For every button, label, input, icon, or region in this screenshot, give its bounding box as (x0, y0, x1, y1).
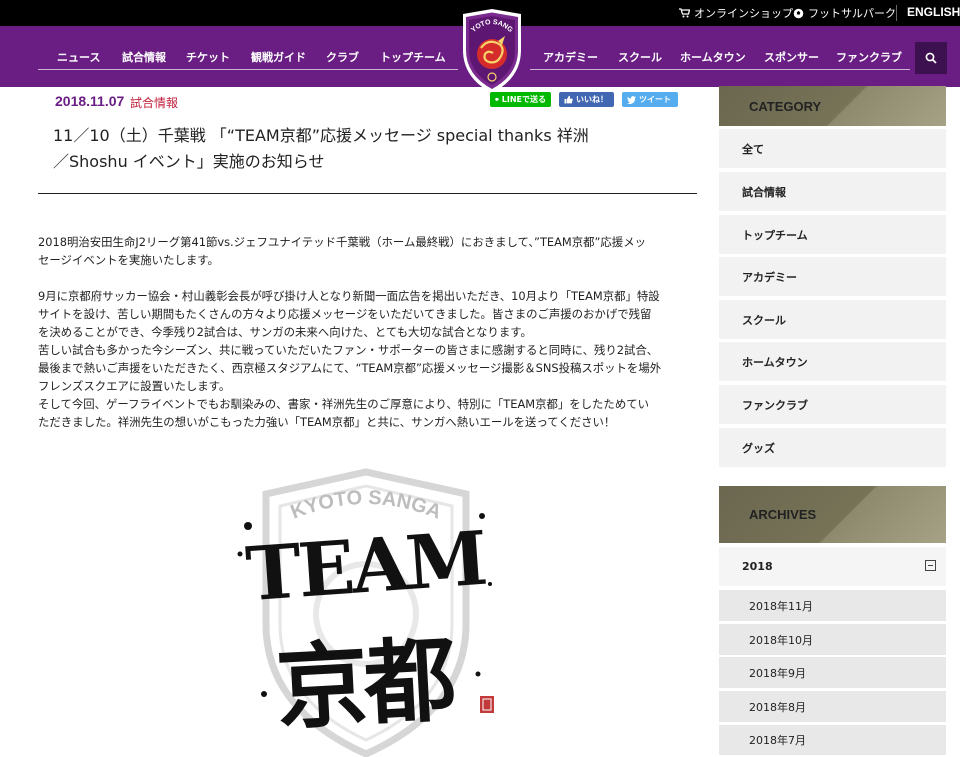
twitter-bird-icon (627, 95, 636, 104)
nav-item-school[interactable]: スクール (618, 49, 662, 65)
nav-item-club[interactable]: クラブ (326, 49, 359, 65)
cart-icon (679, 8, 690, 18)
archive-month-item[interactable]: 2018年9月 (719, 657, 946, 688)
body-spacer (38, 269, 698, 287)
art-emblem-text: KYOTO SANGA (288, 487, 445, 524)
category-item-fanclub[interactable]: ファンクラブ (719, 385, 946, 424)
soccer-ball-icon (793, 8, 804, 18)
nav-underline-left (38, 69, 458, 70)
body-line: ただきました。祥洲先生の想いがこもった力強い「TEAM京都」と共に、サンガへ熱い… (38, 415, 616, 429)
facebook-like-label: いいね！ (576, 95, 608, 104)
online-shop-link[interactable]: オンラインショップ (679, 5, 793, 21)
category-item-academy[interactable]: アカデミー (719, 257, 946, 296)
thumbs-up-icon (564, 95, 573, 104)
article-title-line-2: ／Shoshu イベント」実施のお知らせ (53, 152, 325, 171)
svg-text:KYOTO SANGA: KYOTO SANGA (288, 487, 445, 524)
body-line: 苦しい試合も多かった今シーズン、共に戦っていただいたファン・サポーターの皆さまに… (38, 343, 659, 357)
team-kyoto-calligraphy-image: KYOTO SANGA TEAM 京都 (237, 468, 494, 757)
utility-divider (896, 5, 897, 21)
nav-item-hometown[interactable]: ホームタウン (680, 49, 746, 65)
collapse-minus-icon[interactable] (925, 560, 936, 571)
archive-month-item[interactable]: 2018年8月 (719, 691, 946, 722)
body-line: そして今回、ゲーフライベントでもお馴染みの、書家・祥洲先生のご厚意により、特別に… (38, 397, 649, 411)
futsal-park-link[interactable]: フットサルパーク (793, 5, 896, 21)
online-shop-label: オンラインショップ (694, 7, 793, 20)
archive-month-item[interactable]: 2018年7月 (719, 725, 946, 755)
nav-item-guide[interactable]: 観戦ガイド (251, 49, 306, 65)
futsal-park-label: フットサルパーク (808, 7, 896, 20)
archive-year-2018[interactable]: 2018 (719, 547, 946, 586)
category-item-top-team[interactable]: トップチーム (719, 215, 946, 254)
category-item-all[interactable]: 全て (719, 129, 946, 168)
body-line: を決めることができ、今季残り2試合は、サンガの未来へ向けた、とても大切な試合とな… (38, 325, 532, 339)
nav-item-sponsor[interactable]: スポンサー (764, 49, 819, 65)
body-line: 9月に京都府サッカー協会・村山義彰会長が呼び掛け人となり新聞一面広告を掲出いただ… (38, 289, 660, 303)
art-word-team: TEAM (243, 516, 487, 618)
category-item-school[interactable]: スクール (719, 300, 946, 339)
body-line: フレンズスクエアに設置いたします。 (38, 379, 231, 393)
nav-item-ticket[interactable]: チケット (186, 49, 230, 65)
club-emblem-logo[interactable]: KYOTO SANGA (461, 8, 523, 94)
search-icon (925, 52, 937, 64)
line-share-button[interactable]: LINEで送る (490, 92, 551, 107)
category-heading: CATEGORY (719, 86, 946, 126)
archive-month-item[interactable]: 2018年10月 (719, 624, 946, 655)
category-item-hometown[interactable]: ホームタウン (719, 342, 946, 381)
twitter-tweet-label: ツイート (639, 95, 671, 104)
english-link[interactable]: ENGLISH (907, 5, 960, 19)
category-heading-label: CATEGORY (749, 99, 822, 114)
article-date: 2018.11.07 (55, 93, 125, 109)
art-word-kyoto: 京都 (274, 625, 458, 742)
facebook-like-button[interactable]: いいね！ (559, 92, 614, 107)
nav-item-fanclub[interactable]: ファンクラブ (836, 49, 902, 65)
nav-item-match-info[interactable]: 試合情報 (122, 49, 166, 65)
archives-heading-label: ARCHIVES (749, 507, 817, 522)
nav-item-news[interactable]: ニュース (57, 49, 100, 65)
body-line: セージイベントを実施いたします。 (38, 253, 219, 267)
body-line: 最後まで熱いご声援をいただきたく、西京極スタジアムにて、“TEAM京都”応援メッ… (38, 361, 662, 375)
search-button[interactable] (915, 42, 947, 74)
category-item-match-info[interactable]: 試合情報 (719, 172, 946, 211)
nav-item-academy[interactable]: アカデミー (543, 49, 598, 65)
article-body: 2018明治安田生命J2リーグ第41節vs.ジェフユナイテッド千葉戦（ホーム最終… (38, 233, 698, 431)
body-line: 2018明治安田生命J2リーグ第41節vs.ジェフユナイテッド千葉戦（ホーム最終… (38, 235, 646, 249)
category-item-goods[interactable]: グッズ (719, 428, 946, 467)
article-title: 11／10（土）千葉戦 「“TEAM京都”応援メッセージ special tha… (53, 123, 653, 175)
line-share-label: LINEで送る (501, 95, 546, 104)
article-category[interactable]: 試合情報 (130, 94, 178, 111)
nav-item-top-team[interactable]: トップチーム (380, 49, 446, 65)
title-divider (38, 193, 697, 194)
line-icon (495, 97, 499, 102)
archives-heading: ARCHIVES (719, 486, 946, 543)
article-title-line-1: 11／10（土）千葉戦 「“TEAM京都”応援メッセージ special tha… (53, 126, 589, 145)
archive-month-item[interactable]: 2018年11月 (719, 590, 946, 621)
nav-underline-right (530, 69, 910, 70)
twitter-tweet-button[interactable]: ツイート (622, 92, 678, 107)
body-line: サイトを設け、苦しい期間もたくさんの方々より応援メッセージをいただいてきました。… (38, 307, 652, 321)
